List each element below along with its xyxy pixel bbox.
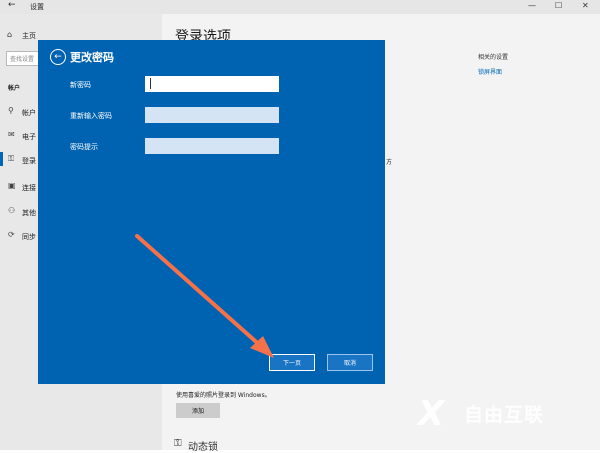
watermark-logo-icon: X bbox=[418, 394, 445, 434]
watermark-text: 自由互联 bbox=[464, 404, 545, 426]
annotation-arrow-icon bbox=[135, 234, 274, 358]
